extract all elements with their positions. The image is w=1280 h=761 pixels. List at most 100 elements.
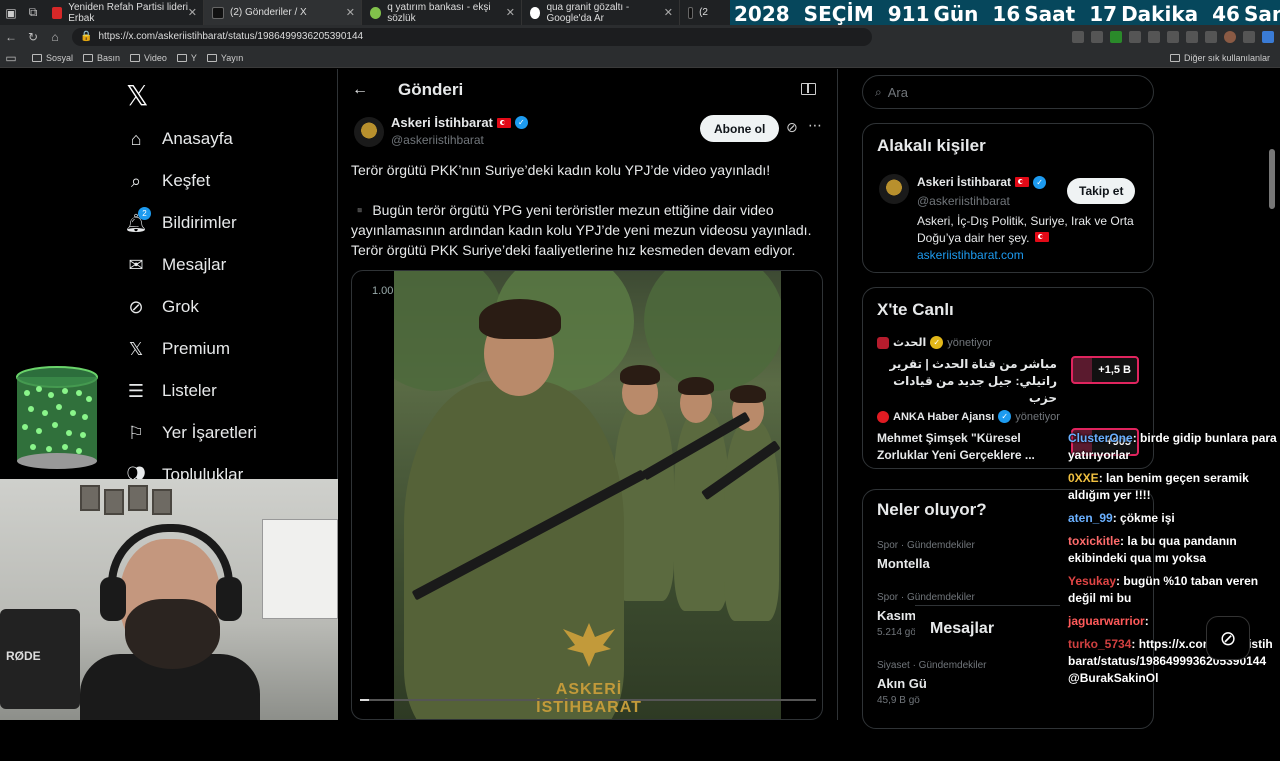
more-options-icon[interactable]: ⋯	[808, 117, 822, 134]
extension-icon[interactable]	[1148, 30, 1160, 43]
nav-label: Grok	[162, 297, 199, 316]
tab-title: Yeniden Refah Partisi lideri Erbak	[68, 1, 188, 24]
host-avatar	[877, 410, 889, 423]
copilot-icon[interactable]	[1262, 30, 1274, 43]
extension-icon[interactable]	[1243, 30, 1255, 43]
countdown-hours-label: Saat	[1024, 2, 1076, 26]
close-tab-icon[interactable]: ✕	[188, 6, 197, 19]
nav-label: Bildirimler	[162, 213, 237, 232]
tab-title: q yatırım bankası - ekşi sözlük	[387, 1, 491, 24]
reader-mode-icon[interactable]	[801, 83, 816, 95]
live-title[interactable]: مباشر من قناة الحدث | تقرير راتيلي: جيل …	[877, 356, 1057, 407]
nav-item-bookmarks[interactable]: ⚐ Yer İşaretleri	[124, 421, 257, 445]
bio-text: Askeri, İç-Dış Politik, Suriye, Irak ve …	[917, 214, 1134, 245]
nav-item-home[interactable]: ⌂ Anasayfa	[124, 127, 233, 151]
browser-tab[interactable]: Yeniden Refah Partisi lideri Erbak ✕	[44, 0, 204, 25]
listener-badge[interactable]: +1,5 B	[1071, 356, 1139, 384]
folder-icon	[1169, 53, 1180, 62]
countdown-days-label: Gün	[933, 2, 979, 26]
folder-icon	[176, 53, 187, 62]
related-people-card: Alakalı kişiler Askeri İstihbarat ✓ @ask…	[862, 123, 1154, 273]
extension-icon[interactable]	[1186, 30, 1198, 43]
verified-badge-icon: ✓	[514, 116, 528, 129]
tab-title: (2) Gönderiler / X	[230, 7, 307, 18]
browser-tab-active[interactable]: (2) Gönderiler / X ✕	[204, 0, 362, 25]
reload-icon[interactable]: ↻	[22, 30, 44, 44]
tab-actions-icon[interactable]: ▣	[0, 0, 22, 25]
x-icon: 𝕏	[128, 338, 144, 359]
bookmark-label: Diğer sık kullanılanlar	[1183, 52, 1270, 63]
tab-title: qua granit gözaltı - Google'da Ar	[546, 1, 630, 24]
mic-brand: RØDE	[6, 649, 41, 663]
scrollbar-thumb[interactable]	[1269, 149, 1275, 209]
video-progress-bar[interactable]	[360, 699, 816, 701]
extension-icon[interactable]	[1110, 30, 1122, 43]
bookmark-folder[interactable]: Basın	[83, 53, 120, 63]
nav-item-lists[interactable]: ☰ Listeler	[124, 379, 217, 403]
related-handle[interactable]: @askeriistihbarat	[917, 194, 1010, 208]
eksi-favicon-icon	[370, 6, 382, 19]
related-avatar[interactable]	[879, 174, 909, 204]
post-video[interactable]: 1.00 ASKERİ İSTİHBARAT	[351, 270, 823, 720]
author-handle[interactable]: @askeriistihbarat	[391, 133, 484, 147]
other-bookmarks[interactable]: Diğer sık kullanılanlar	[1169, 52, 1270, 63]
countdown-seconds-label: Saniye	[1243, 2, 1280, 26]
address-bar: ← ↻ ⌂ 🔒 https://x.com/askeriistihbarat/s…	[0, 25, 1280, 48]
grok-float-button[interactable]: ⊘	[1206, 616, 1250, 660]
bookmark-folder[interactable]: Video	[130, 53, 167, 63]
url-field[interactable]: 🔒 https://x.com/askeriistihbarat/status/…	[72, 27, 872, 46]
grok-icon[interactable]: ⊘	[786, 119, 798, 136]
verified-badge-icon: ✓	[930, 336, 944, 349]
author-name-text: Askeri İstihbarat	[391, 115, 493, 130]
home-icon[interactable]: ⌂	[44, 30, 66, 44]
nav-item-messages[interactable]: ✉ Mesajlar	[124, 253, 226, 277]
trend-name[interactable]: Akın Gü	[877, 676, 927, 691]
countdown-days: 911	[887, 2, 930, 26]
search-icon: ⌕	[875, 84, 882, 99]
subscribe-button[interactable]: Abone ol	[700, 115, 780, 142]
video-speed: 1.00	[372, 285, 394, 297]
nav-item-premium[interactable]: 𝕏 Premium	[124, 337, 230, 361]
host-role: yönetiyor	[947, 336, 992, 349]
related-name[interactable]: Askeri İstihbarat ✓	[917, 175, 1047, 189]
related-name-text: Askeri İstihbarat	[917, 175, 1012, 189]
bookmark-folder[interactable]: Y	[176, 53, 197, 63]
bookmark-folder[interactable]: Yayın	[206, 53, 243, 63]
browser-tab[interactable]: qua granit gözaltı - Google'da Ar ✕	[522, 0, 680, 25]
countdown-year: 2028	[734, 2, 790, 26]
countdown-seconds: 46	[1212, 2, 1240, 26]
bio-link[interactable]: askeriistihbarat.com	[917, 248, 1024, 262]
messages-drawer[interactable]: Mesajlar	[915, 605, 1060, 651]
profile-avatar-icon[interactable]	[1224, 30, 1236, 43]
close-tab-icon[interactable]: ✕	[346, 6, 355, 19]
search-input[interactable]: ⌕ Ara	[862, 75, 1154, 109]
video-frame[interactable]: ASKERİ İSTİHBARAT	[394, 271, 781, 719]
x-favicon-icon	[212, 6, 224, 19]
x-logo-icon[interactable]: 𝕏	[126, 79, 149, 112]
live-title[interactable]: Mehmet Şimşek "Küresel Zorluklar Yeni Ge…	[877, 430, 1057, 464]
extension-icon[interactable]	[1129, 30, 1141, 43]
author-name[interactable]: Askeri İstihbarat ✓	[391, 115, 528, 130]
extension-icon[interactable]	[1091, 30, 1103, 43]
nav-item-explore[interactable]: ⌕ Keşfet	[124, 169, 210, 193]
close-tab-icon[interactable]: ✕	[664, 6, 673, 19]
tab-list-icon[interactable]: ⧉	[22, 0, 44, 25]
follow-button[interactable]: Takip et	[1067, 178, 1136, 204]
extension-icon[interactable]	[1205, 30, 1217, 43]
reading-list-icon[interactable]: ▭	[0, 51, 22, 65]
live-host[interactable]: ANKA Haber Ajansı ✓ yönetiyor	[877, 410, 1060, 423]
browser-tab[interactable]: (2	[680, 0, 716, 25]
live-host[interactable]: الحدث ✓ yönetiyor	[877, 336, 992, 349]
nav-label: Premium	[162, 339, 231, 358]
close-tab-icon[interactable]: ✕	[506, 6, 515, 19]
author-avatar[interactable]	[354, 117, 384, 147]
browser-tab[interactable]: q yatırım bankası - ekşi sözlük ✕	[362, 0, 522, 25]
back-icon[interactable]: ←	[0, 30, 22, 44]
extension-icon[interactable]	[1072, 30, 1084, 43]
nav-item-notifications[interactable]: 🔔︎ 2 Bildirimler	[124, 207, 237, 235]
nav-item-grok[interactable]: ⊘ Grok	[124, 295, 199, 319]
extension-icon[interactable]	[1167, 30, 1179, 43]
trend-name[interactable]: Montella	[877, 556, 930, 571]
bookmark-folder[interactable]: Sosyal	[32, 53, 73, 63]
back-arrow-icon[interactable]: ←	[352, 81, 368, 99]
